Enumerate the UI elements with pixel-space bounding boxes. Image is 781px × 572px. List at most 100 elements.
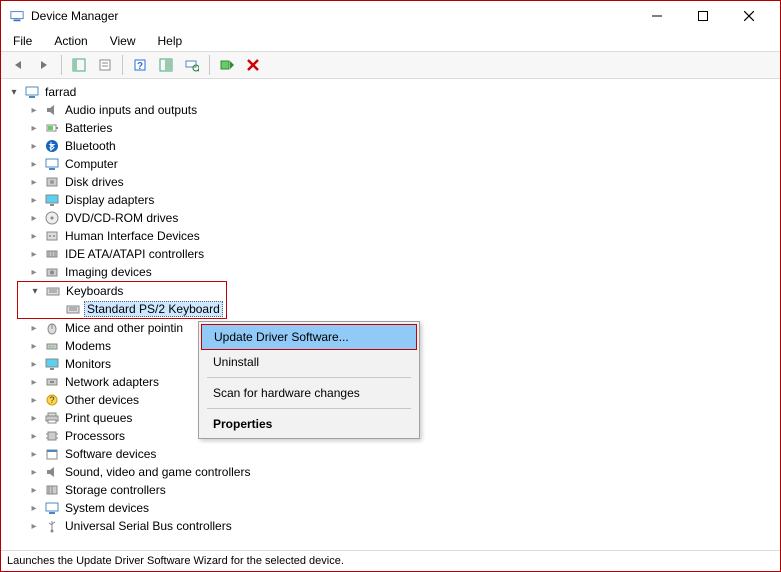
hid-icon xyxy=(44,228,60,244)
expand-arrow-icon[interactable]: ▸ xyxy=(27,501,41,515)
collapse-arrow-icon[interactable]: ▾ xyxy=(7,85,21,99)
tree-root-label: farrad xyxy=(43,85,78,99)
action-button[interactable] xyxy=(155,54,177,76)
expand-arrow-icon[interactable]: ▸ xyxy=(27,519,41,533)
expand-arrow-icon[interactable]: ▸ xyxy=(27,321,41,335)
tree-node-keyboards[interactable]: ▾ Keyboards xyxy=(18,282,226,300)
expand-arrow-icon[interactable]: ▸ xyxy=(27,339,41,353)
printer-icon xyxy=(44,410,60,426)
tree-node[interactable]: ▸Audio inputs and outputs xyxy=(3,101,778,119)
tree-node-label: Network adapters xyxy=(63,375,161,389)
expand-arrow-icon[interactable]: ▸ xyxy=(27,139,41,153)
expand-arrow-icon[interactable]: ▸ xyxy=(27,411,41,425)
tree-node-label: Imaging devices xyxy=(63,265,154,279)
tree-node[interactable]: ▸Universal Serial Bus controllers xyxy=(3,517,778,535)
tree-node[interactable]: ▸DVD/CD-ROM drives xyxy=(3,209,778,227)
tree-node[interactable]: ▸ Sound, video and game controllers xyxy=(3,463,778,481)
keyboard-icon xyxy=(45,283,61,299)
tree-node-label: Software devices xyxy=(63,447,158,461)
audio-icon xyxy=(44,102,60,118)
highlight-keyboards: ▾ Keyboards Standard PS/2 Keyboard xyxy=(17,281,227,319)
tree-node-label: Human Interface Devices xyxy=(63,229,202,243)
expand-arrow-icon[interactable]: ▸ xyxy=(27,447,41,461)
expand-arrow-icon[interactable]: ▸ xyxy=(27,211,41,225)
tree-node[interactable]: ▸ Imaging devices xyxy=(3,263,778,281)
tree-node[interactable]: ▸ Storage controllers xyxy=(3,481,778,499)
ctx-update-driver[interactable]: Update Driver Software... xyxy=(201,324,417,350)
tree-node[interactable]: ▸System devices xyxy=(3,499,778,517)
tree-node-label: Storage controllers xyxy=(63,483,168,497)
show-hide-tree-button[interactable] xyxy=(68,54,90,76)
tree-node[interactable]: ▸ IDE ATA/ATAPI controllers xyxy=(3,245,778,263)
tree-node[interactable]: ▸ Human Interface Devices xyxy=(3,227,778,245)
expand-arrow-icon[interactable]: ▸ xyxy=(27,229,41,243)
expand-arrow-icon[interactable]: ▸ xyxy=(27,121,41,135)
tree-node-ps2-keyboard[interactable]: Standard PS/2 Keyboard xyxy=(18,300,226,318)
back-button[interactable] xyxy=(7,54,29,76)
tree-node[interactable]: ▸ Display adapters xyxy=(3,191,778,209)
tree-node[interactable]: ▸Batteries xyxy=(3,119,778,137)
expand-arrow-icon[interactable]: ▸ xyxy=(27,483,41,497)
tree-node[interactable]: ▸ Disk drives xyxy=(3,173,778,191)
tree-node-label: Processors xyxy=(63,429,127,443)
expand-arrow-icon[interactable]: ▸ xyxy=(27,465,41,479)
display-icon xyxy=(44,192,60,208)
expand-arrow-icon[interactable]: ▸ xyxy=(27,193,41,207)
tree-root[interactable]: ▾ farrad xyxy=(3,83,778,101)
tree-node-label: Mice and other pointin xyxy=(63,321,185,335)
close-button[interactable] xyxy=(726,1,772,31)
expand-arrow-icon[interactable]: ▸ xyxy=(27,247,41,261)
battery-icon xyxy=(44,120,60,136)
tree-node-label: Print queues xyxy=(63,411,134,425)
device-tree[interactable]: ▾ farrad ▸Audio inputs and outputs ▸Batt… xyxy=(1,79,780,551)
menu-file[interactable]: File xyxy=(9,32,36,50)
tree-node-label: IDE ATA/ATAPI controllers xyxy=(63,247,206,261)
expand-arrow-icon[interactable]: ▸ xyxy=(27,157,41,171)
add-legacy-button[interactable] xyxy=(216,54,238,76)
scan-button[interactable] xyxy=(181,54,203,76)
tree-node-label: Other devices xyxy=(63,393,141,407)
expand-arrow-icon[interactable]: ▸ xyxy=(27,429,41,443)
storage-icon xyxy=(44,482,60,498)
tree-node-label: Disk drives xyxy=(63,175,126,189)
tree-node[interactable]: ▸ Bluetooth xyxy=(3,137,778,155)
app-icon xyxy=(9,8,25,24)
monitor-icon xyxy=(44,356,60,372)
expand-arrow-icon[interactable]: ▸ xyxy=(27,357,41,371)
tree-node-label: Keyboards xyxy=(64,284,125,298)
menu-help[interactable]: Help xyxy=(154,32,187,50)
tree-node-label: Computer xyxy=(63,157,120,171)
tree-node-label: Display adapters xyxy=(63,193,156,207)
menu-view[interactable]: View xyxy=(106,32,140,50)
toolbar-divider xyxy=(61,55,62,75)
help-button[interactable]: ? xyxy=(129,54,151,76)
ctx-uninstall[interactable]: Uninstall xyxy=(201,350,417,374)
statusbar: Launches the Update Driver Software Wiza… xyxy=(1,551,780,571)
expand-arrow-icon[interactable]: ▸ xyxy=(27,393,41,407)
svg-text:?: ? xyxy=(137,61,143,72)
computer-icon xyxy=(44,156,60,172)
ctx-divider xyxy=(207,408,411,409)
ctx-scan[interactable]: Scan for hardware changes xyxy=(201,381,417,405)
mouse-icon xyxy=(44,320,60,336)
collapse-arrow-icon[interactable]: ▾ xyxy=(28,284,42,298)
expand-arrow-icon[interactable]: ▸ xyxy=(27,265,41,279)
toolbar: ? xyxy=(1,51,780,79)
tree-node[interactable]: ▸ Computer xyxy=(3,155,778,173)
properties-button[interactable] xyxy=(94,54,116,76)
tree-node[interactable]: ▸ Software devices xyxy=(3,445,778,463)
expand-arrow-icon[interactable]: ▸ xyxy=(27,103,41,117)
expand-arrow-icon[interactable]: ▸ xyxy=(27,375,41,389)
maximize-button[interactable] xyxy=(680,1,726,31)
tree-node-label: Bluetooth xyxy=(63,139,118,153)
forward-button[interactable] xyxy=(33,54,55,76)
svg-text:?: ? xyxy=(49,395,54,405)
tree-node-label: Modems xyxy=(63,339,113,353)
ctx-properties[interactable]: Properties xyxy=(201,412,417,436)
tree-node-label: Sound, video and game controllers xyxy=(63,465,252,479)
uninstall-button[interactable] xyxy=(242,54,264,76)
menu-action[interactable]: Action xyxy=(50,32,91,50)
minimize-button[interactable] xyxy=(634,1,680,31)
software-icon xyxy=(44,446,60,462)
expand-arrow-icon[interactable]: ▸ xyxy=(27,175,41,189)
